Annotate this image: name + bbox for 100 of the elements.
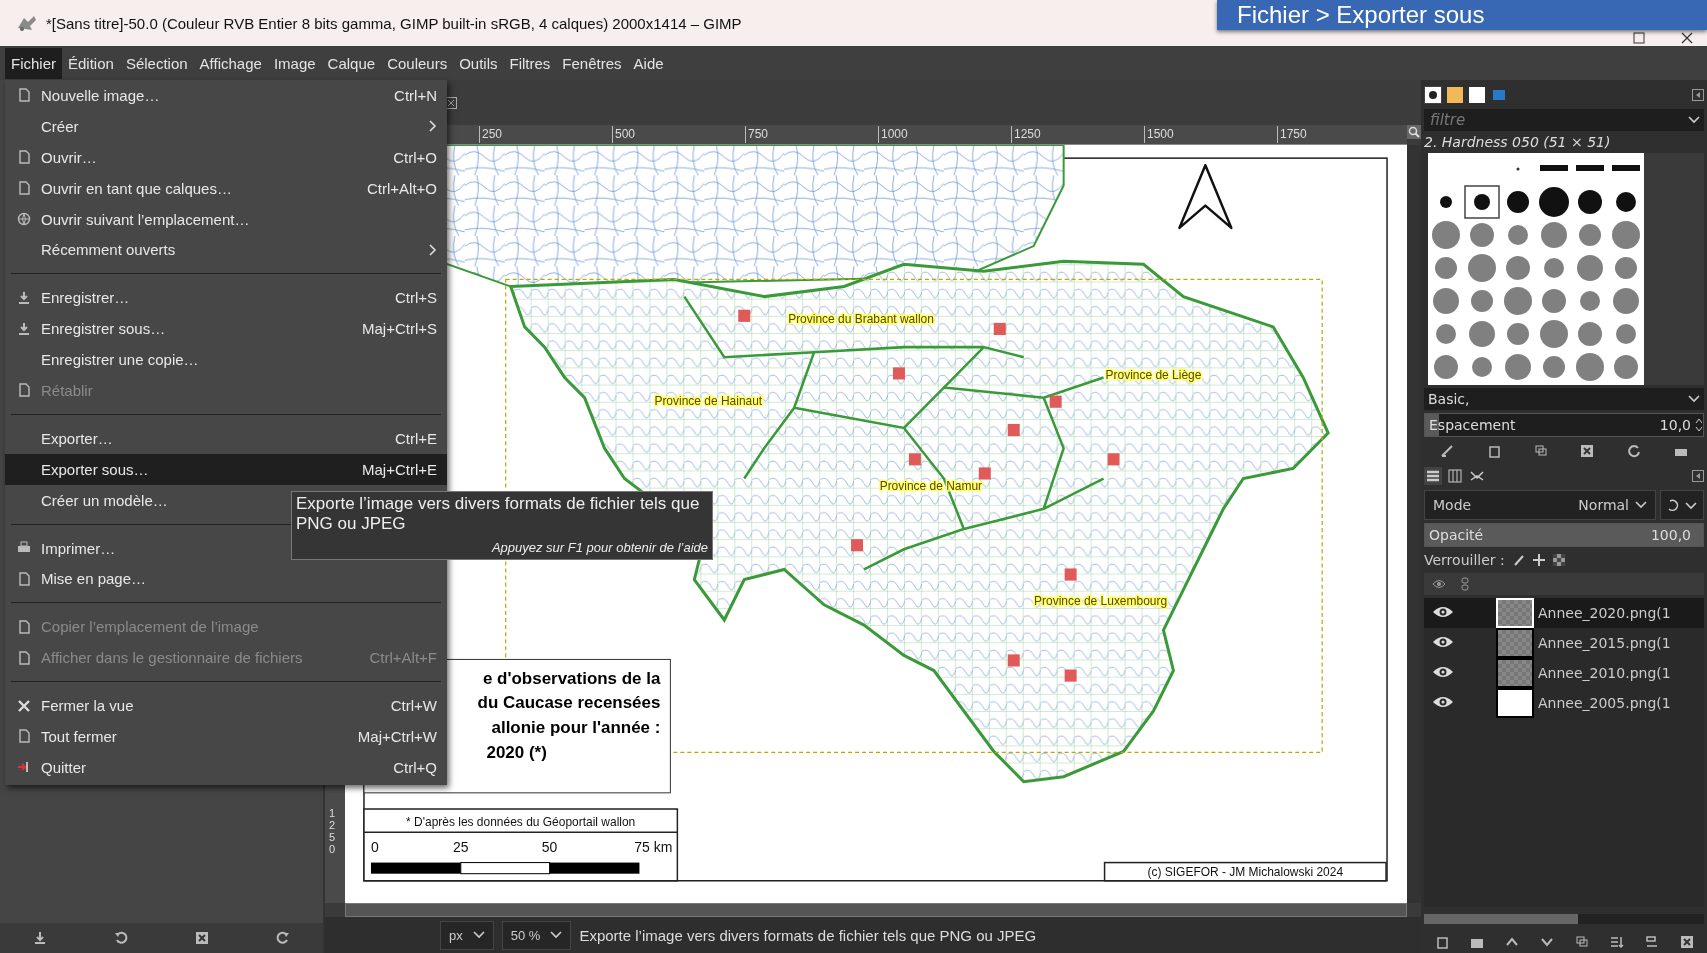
menu-bar-item[interactable]: Outils (453, 47, 504, 79)
delete-icon[interactable] (1580, 444, 1595, 458)
channels-tab-icon[interactable] (1447, 468, 1463, 484)
spin-arrows-icon[interactable] (1695, 418, 1703, 432)
checkerboard-icon[interactable] (1552, 554, 1565, 566)
ruler-label: 1250 (329, 807, 337, 856)
province-label: Province de Namur (879, 478, 983, 493)
ruler-label: 1250 (1011, 126, 1041, 143)
filter-field[interactable]: filtre (1428, 110, 1688, 130)
lock-label: Verrouiller : (1424, 552, 1505, 568)
delete-icon[interactable] (194, 931, 209, 945)
close-icon[interactable] (1681, 32, 1693, 44)
new-layer-icon[interactable] (1434, 935, 1449, 949)
zoom-dropdown[interactable]: 50 % (501, 920, 572, 950)
duplicate-icon[interactable] (1574, 935, 1589, 949)
menu-item[interactable]: Mise en page… (5, 563, 447, 595)
edit-icon[interactable] (1440, 444, 1455, 458)
duplicate-icon[interactable] (1533, 444, 1548, 458)
chevron-down-icon (1688, 395, 1700, 403)
menu-bar-item[interactable]: Édition (62, 47, 120, 79)
eye-icon[interactable] (1432, 635, 1454, 649)
menu-item[interactable]: Tout fermer Maj+Ctrl+W (5, 721, 447, 752)
save-icon (17, 321, 31, 336)
brush-tab-icon[interactable] (1425, 87, 1441, 103)
layer-row[interactable]: Annee_2010.png(1 (1424, 658, 1704, 688)
new-document-icon[interactable] (1487, 444, 1501, 458)
image-tab-icon[interactable] (1491, 87, 1507, 103)
app-logo-icon (16, 14, 38, 32)
layer-thumbnail (1496, 598, 1534, 628)
horizontal-scrollbar[interactable] (1424, 914, 1704, 924)
menu-item[interactable]: Fermer la vue Ctrl+W (5, 690, 447, 722)
menu-item[interactable]: Ouvrir suivant l’emplacement… (5, 203, 447, 235)
menu-bar-item[interactable]: Calque (321, 47, 382, 79)
menu-item[interactable]: Enregistrer… Ctrl+S (5, 282, 447, 314)
legend-title-line: 2020 (*) (486, 742, 547, 762)
tooltip-hint: Appuyez sur F1 pour obtenir de l’aide (491, 540, 708, 555)
province-label: Province de Hainaut (654, 393, 763, 408)
ruler-label: 250 (479, 126, 503, 143)
menu-item[interactable]: Créer (5, 110, 447, 142)
unit-dropdown[interactable]: px (440, 920, 494, 950)
menu-bar-item[interactable]: Aide (627, 47, 670, 79)
spacing-slider[interactable]: Espacement 10,0 (1424, 413, 1704, 437)
layer-thumbnail (1496, 658, 1534, 688)
save-icon[interactable] (33, 931, 48, 945)
panel-menu-icon[interactable] (1692, 89, 1704, 101)
vertical-scrollbar[interactable] (1407, 145, 1421, 903)
layers-tab-icon[interactable] (1425, 468, 1441, 484)
menu-item[interactable]: Enregistrer une copie… (5, 344, 447, 375)
layer-row[interactable]: Annee_2020.png(1 (1424, 598, 1704, 628)
menu-bar-item[interactable]: Image (267, 47, 322, 79)
filter-combo[interactable]: filtre (1424, 109, 1704, 131)
layer-thumbnail (1496, 628, 1534, 658)
menu-item[interactable]: Enregistrer sous… Maj+Ctrl+S (5, 313, 447, 345)
zoom-icon[interactable] (1407, 125, 1421, 139)
eye-icon[interactable] (1432, 665, 1454, 679)
menu-bar-item[interactable]: Couleurs (381, 47, 454, 79)
menu-item[interactable]: Quitter Ctrl+Q (5, 751, 447, 783)
menu-bar-item[interactable]: Affichage (193, 47, 268, 79)
opacity-slider[interactable]: Opacité 100,0 (1424, 523, 1704, 547)
merge-icon[interactable] (1609, 935, 1624, 949)
reset-icon[interactable] (275, 931, 290, 945)
menu-bar-item[interactable]: Fichier (5, 47, 62, 79)
tag-dropdown[interactable]: Basic, (1424, 388, 1704, 410)
chevron-down-icon (550, 931, 563, 939)
maximize-icon[interactable] (1633, 32, 1645, 44)
menu-bar-item[interactable]: Filtres (503, 47, 557, 79)
menu-item[interactable]: Ouvrir en tant que calques… Ctrl+Alt+O (5, 172, 447, 204)
tooltip-text: Exporte l’image vers divers formats de fichier tels que PNG ou JPEG (296, 494, 701, 534)
paths-tab-icon[interactable] (1469, 468, 1485, 484)
source-note: * D'après les données du Géoportail wallon (406, 815, 636, 830)
menu-item[interactable]: Exporter sous… Maj+Ctrl+E (5, 453, 447, 485)
move-icon[interactable] (1532, 554, 1545, 566)
menu-item[interactable]: Nouvelle image… Ctrl+N (5, 80, 447, 111)
mode-dropdown[interactable]: Mode Normal (1424, 490, 1656, 520)
panel-menu-icon[interactable] (1692, 470, 1704, 482)
layer-row[interactable]: Annee_2015.png(1 (1424, 628, 1704, 658)
menu-bar-item[interactable]: Fenêtres (556, 47, 628, 79)
province-label: Province de Liège (1105, 368, 1202, 383)
composite-mode-button[interactable] (1660, 490, 1704, 520)
menu-item[interactable]: Exporter… Ctrl+E (5, 422, 447, 454)
document-icon (17, 181, 31, 196)
ruler-label: 1750 (1277, 126, 1307, 143)
delete-icon[interactable] (1679, 935, 1694, 949)
eye-icon[interactable] (1432, 695, 1454, 709)
layer-row[interactable]: Annee_2005.png(1 (1424, 688, 1704, 718)
exit-icon (17, 760, 31, 775)
menu-item[interactable]: Récemment ouverts (5, 234, 447, 266)
undo-icon[interactable] (114, 931, 129, 945)
document-icon (17, 571, 31, 586)
brush-icon[interactable] (1512, 554, 1525, 566)
anchor-icon[interactable] (1644, 935, 1659, 949)
menu-item[interactable]: Ouvrir… Ctrl+O (5, 141, 447, 173)
brush-name: 2. Hardness 050 (51 × 51) (1424, 134, 1612, 150)
printer-icon (17, 541, 31, 555)
vertical-scrollbar[interactable] (1644, 153, 1704, 385)
refresh-icon[interactable] (1626, 444, 1641, 458)
eye-icon[interactable] (1432, 605, 1454, 619)
horizontal-scrollbar[interactable] (345, 903, 1407, 917)
observation-marker (851, 539, 863, 552)
menu-bar-item[interactable]: Sélection (119, 47, 194, 79)
